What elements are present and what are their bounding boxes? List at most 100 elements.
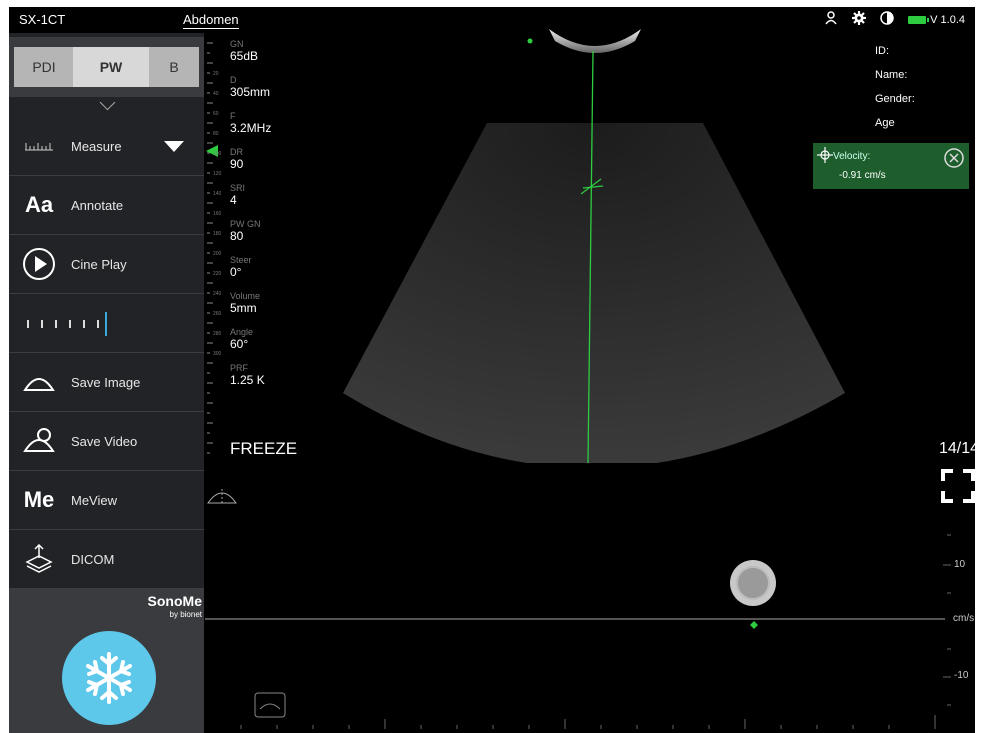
trackball-knob[interactable]: [730, 560, 776, 606]
save-image-label: Save Image: [71, 374, 141, 390]
patient-gender: Gender:: [875, 93, 915, 105]
param-gain[interactable]: GN 65dB: [230, 39, 258, 64]
ruler-label: 220: [213, 271, 222, 277]
meview-button[interactable]: Me MeView: [9, 471, 204, 530]
slider-tick: [27, 320, 29, 328]
ultrasound-app: SX-1CT Abdomen V 1.0.4 PDI PW B Measure …: [9, 7, 975, 733]
param-dynamic-range[interactable]: DR 90: [230, 147, 243, 172]
fullscreen-icon[interactable]: [941, 469, 975, 503]
ruler-label: 140: [213, 191, 222, 197]
mode-tabs: PDI PW B: [9, 37, 204, 97]
freeze-status: FREEZE: [230, 439, 298, 458]
dropdown-triangle-icon[interactable]: [164, 141, 184, 152]
probe-image-icon: [19, 370, 59, 394]
sidebar: PDI PW B Measure Aa Annotate Cine Play S…: [9, 33, 204, 733]
param-frequency[interactable]: F 3.2MHz: [230, 111, 271, 136]
cine-slider[interactable]: [9, 294, 204, 353]
slider-tick: [69, 320, 71, 328]
imaging-params: GN 65dB D 305mm F 3.2MHz DR 90 SRI 4 PW GN 80 …: [205, 33, 305, 463]
ruler-label: 60: [213, 111, 219, 117]
annotate-label: Annotate: [71, 197, 124, 213]
spectrum-probe-icon[interactable]: [254, 692, 286, 718]
slider-tick: [55, 320, 57, 328]
param-volume[interactable]: Volume 5mm: [230, 291, 260, 316]
dicom-button[interactable]: DICOM: [9, 530, 204, 589]
param-sri[interactable]: SRI 4: [230, 183, 245, 208]
text-annotate-icon: Aa: [24, 192, 54, 217]
velocity-axis-unit: cm/s: [953, 613, 975, 624]
measure-label: Measure: [71, 138, 122, 154]
save-video-button[interactable]: Save Video: [9, 412, 204, 471]
meview-label: MeView: [71, 492, 118, 508]
ruler-icon: [19, 141, 59, 151]
slider-tick: [83, 320, 85, 328]
param-steer[interactable]: Steer 0°: [230, 255, 252, 280]
probe-orientation-icon: [207, 489, 237, 505]
baseline-marker-icon[interactable]: [750, 621, 758, 629]
measure-button[interactable]: Measure: [9, 117, 204, 176]
orientation-dot: [527, 38, 533, 44]
contrast-icon[interactable]: [880, 11, 894, 28]
patient-id: ID:: [875, 45, 890, 57]
trackball-center: [736, 566, 770, 600]
param-pw-gain[interactable]: PW GN 80: [230, 219, 261, 244]
velocity-label: Velocity:: [833, 151, 871, 162]
battery-status: V 1.0.4: [908, 14, 965, 26]
preset-selector[interactable]: Abdomen: [183, 12, 239, 29]
ruler-label: 100: [213, 151, 222, 157]
param-depth[interactable]: D 305mm: [230, 75, 270, 100]
tab-pdi[interactable]: PDI: [14, 47, 74, 87]
save-video-label: Save Video: [71, 433, 138, 449]
patient-info: ID: Name: Gender: Age: [875, 39, 915, 135]
ruler-label: 20: [213, 71, 219, 77]
ruler-label: 280: [213, 331, 222, 337]
version-label: V 1.0.4: [930, 13, 965, 26]
ultrasound-sector: [343, 123, 845, 463]
battery-icon: [908, 15, 930, 24]
tab-pw[interactable]: PW: [73, 47, 149, 87]
ruler-label: 80: [213, 131, 219, 137]
probe-model: SX-1CT: [19, 12, 66, 27]
ruler-label: 120: [213, 171, 222, 177]
probe-footprint: [549, 29, 641, 53]
ruler-label: 160: [213, 211, 222, 217]
velocity-axis-bottom: -10: [954, 670, 969, 681]
dicom-icon: [19, 544, 59, 574]
frame-counter: 14/14: [939, 440, 975, 457]
meview-icon: Me: [23, 487, 55, 512]
velocity-value: -0.91 cm/s: [839, 170, 886, 181]
slider-tick: [41, 320, 43, 328]
cine-play-label: Cine Play: [71, 256, 127, 272]
close-icon[interactable]: [943, 147, 965, 169]
brand-sub: by bionet: [169, 610, 202, 619]
crosshair-icon: [817, 147, 833, 163]
ruler-label: 300: [213, 351, 222, 357]
dicom-label: DICOM: [71, 551, 115, 567]
ruler-label: 240: [213, 291, 222, 297]
velocity-measurement[interactable]: Velocity: -0.91 cm/s: [813, 143, 969, 189]
annotate-button[interactable]: Aa Annotate: [9, 176, 204, 235]
ruler-label: 260: [213, 311, 222, 317]
freeze-button[interactable]: [62, 631, 156, 725]
cine-play-button[interactable]: Cine Play: [9, 235, 204, 294]
patient-name: Name:: [875, 69, 908, 81]
tab-b[interactable]: B: [149, 47, 199, 87]
velocity-axis-top: 10: [954, 559, 966, 570]
brand-block: SonoMe by bionet: [9, 589, 204, 733]
brand-logo: SonoMe by bionet: [148, 594, 202, 621]
ruler-label: 200: [213, 251, 222, 257]
doppler-spectrum[interactable]: [205, 515, 975, 733]
ruler-label: 40: [213, 91, 219, 97]
side-menu: Measure Aa Annotate Cine Play Save Image…: [9, 117, 204, 589]
param-prf[interactable]: PRF 1.25 K: [230, 363, 265, 388]
slider-tick: [97, 320, 99, 328]
ruler-label: 180: [213, 231, 222, 237]
save-image-button[interactable]: Save Image: [9, 353, 204, 412]
bmode-image[interactable]: [309, 23, 869, 463]
play-icon: [19, 247, 59, 281]
snowflake-icon: [86, 652, 132, 704]
chevron-down-icon: [99, 94, 116, 111]
probe-video-icon: [19, 427, 59, 455]
slider-thumb[interactable]: [105, 312, 107, 336]
param-angle[interactable]: Angle 60°: [230, 327, 253, 352]
